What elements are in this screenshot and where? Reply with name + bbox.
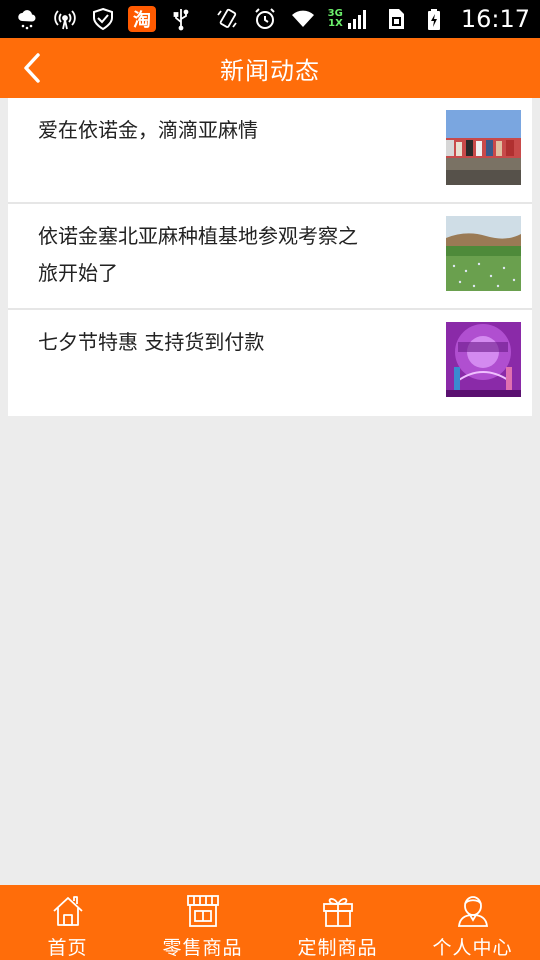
status-bar-left: 淘 xyxy=(14,6,194,32)
nav-label-custom: 定制商品 xyxy=(297,937,378,959)
usb-icon xyxy=(168,6,194,32)
sim-icon xyxy=(383,6,409,32)
chevron-left-icon xyxy=(24,53,40,83)
nav-item-custom[interactable]: 定制商品 xyxy=(270,885,405,960)
news-list: 爱在依诺金，滴滴亚麻情 依诺金塞北亚麻种植基地参观考察之旅开始了 七夕节特惠 支… xyxy=(8,98,532,416)
network-type-bottom: 1X xyxy=(328,18,343,29)
home-icon xyxy=(52,896,83,926)
gift-icon xyxy=(322,897,353,927)
news-title: 依诺金塞北亚麻种植基地参观考察之旅开始了 xyxy=(38,224,358,285)
nav-label-home: 首页 xyxy=(47,937,88,959)
news-thumbnail-qixi-promo xyxy=(446,322,521,397)
shield-check-icon xyxy=(90,6,116,32)
nav-item-home[interactable]: 首页 xyxy=(0,885,135,960)
alarm-icon xyxy=(252,6,278,32)
news-item-2[interactable]: 依诺金塞北亚麻种植基地参观考察之旅开始了 xyxy=(8,204,532,310)
store-icon xyxy=(186,895,219,927)
hotspot-icon xyxy=(52,6,78,32)
wifi-icon xyxy=(290,6,316,32)
network-type: 3G 1X xyxy=(328,9,343,29)
status-bar-right: 3G 1X 16:17 xyxy=(214,5,530,33)
news-thumbnail-flax-field xyxy=(446,216,521,291)
page-title: 新闻动态 xyxy=(220,56,320,85)
battery-charging-icon xyxy=(421,6,447,32)
app-bar: 新闻动态 xyxy=(0,38,540,98)
taobao-icon: 淘 xyxy=(128,6,156,32)
signal-icon xyxy=(345,6,371,32)
user-icon xyxy=(457,896,488,927)
back-button[interactable] xyxy=(10,46,54,90)
news-item-3[interactable]: 七夕节特惠 支持货到付款 xyxy=(8,310,532,416)
cloud-rain-icon xyxy=(14,6,40,32)
nav-label-profile: 个人中心 xyxy=(432,937,513,959)
nav-label-retail: 零售商品 xyxy=(162,937,243,959)
news-title: 爱在依诺金，滴滴亚麻情 xyxy=(38,118,258,142)
news-item-1[interactable]: 爱在依诺金，滴滴亚麻情 xyxy=(8,98,532,204)
nav-item-retail[interactable]: 零售商品 xyxy=(135,885,270,960)
news-title: 七夕节特惠 支持货到付款 xyxy=(38,330,265,354)
status-bar: 淘 3G 1X 16:17 xyxy=(0,0,540,38)
rotate-icon xyxy=(214,6,240,32)
nav-item-profile[interactable]: 个人中心 xyxy=(405,885,540,960)
news-thumbnail-group-photo xyxy=(446,110,521,185)
status-time: 16:17 xyxy=(460,5,530,33)
bottom-nav: 首页 零售商品 定制商品 个人中心 xyxy=(0,885,540,960)
